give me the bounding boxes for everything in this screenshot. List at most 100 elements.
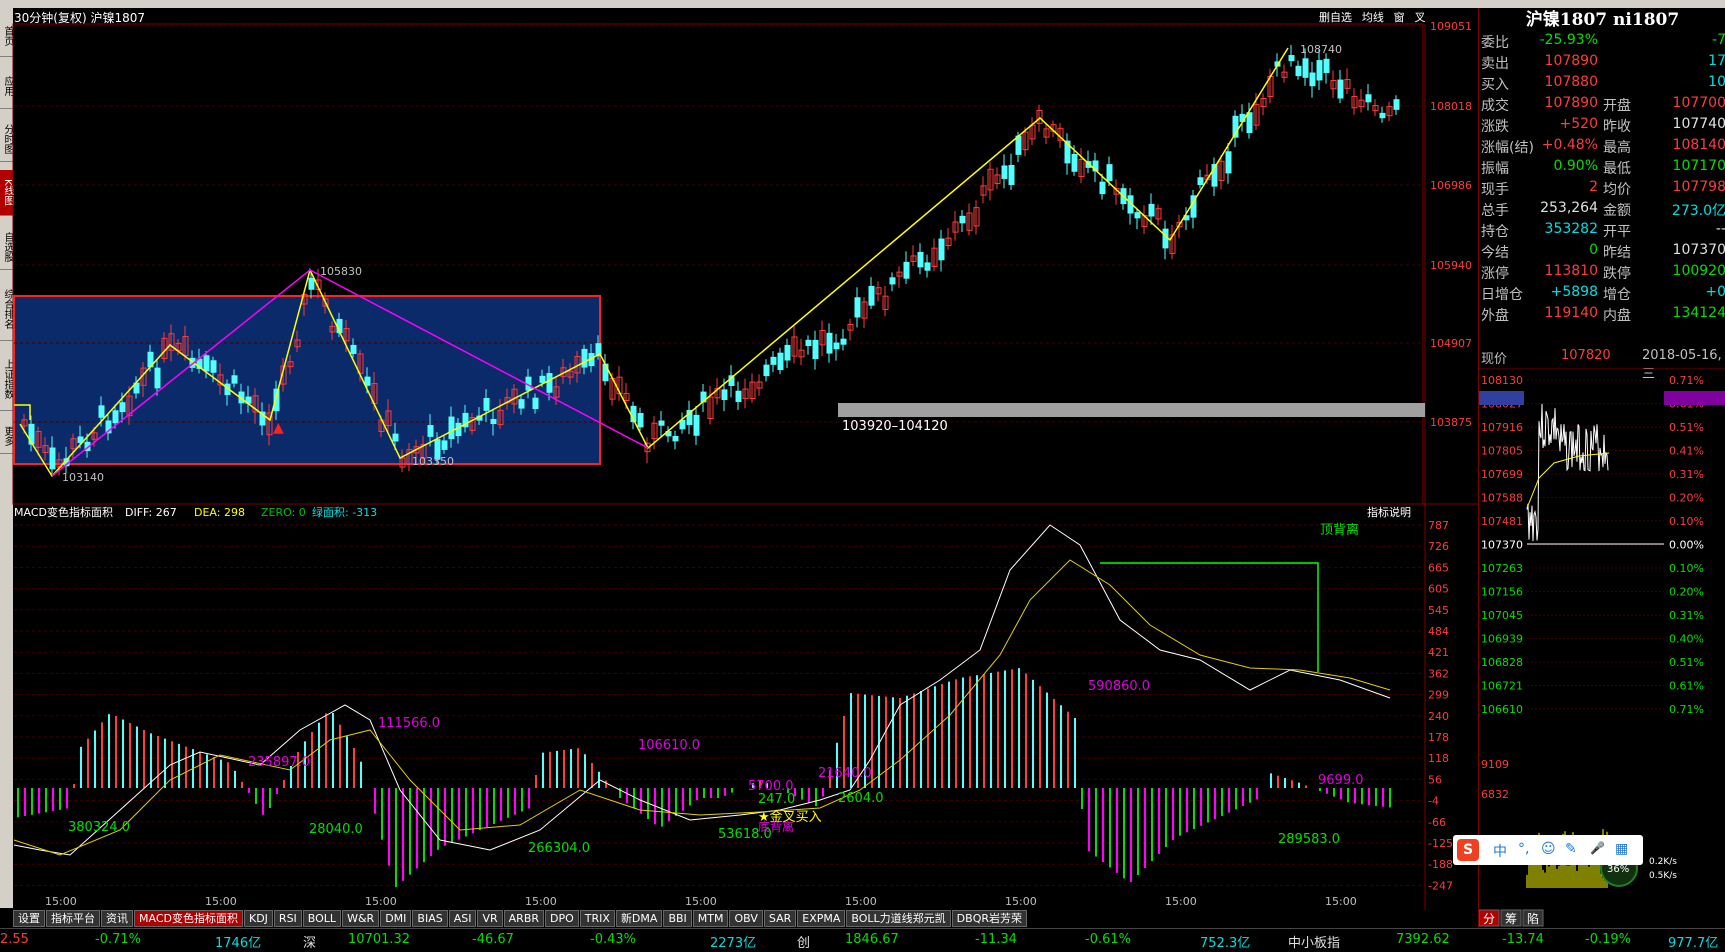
quote-value: 100920 [1672, 263, 1725, 279]
macd-tick: 421 [1428, 646, 1449, 659]
microphone-icon[interactable]: 🎤 [1590, 841, 1605, 855]
status-value: 977.7亿 [1668, 936, 1719, 951]
mini-current-highlight [1479, 391, 1524, 405]
quote-label: 持仓 [1481, 224, 1509, 240]
toolbox-icon[interactable]: ▦ [1615, 841, 1628, 857]
indicator-tab[interactable]: 资讯 [101, 910, 133, 927]
candle-body [721, 389, 728, 400]
macd-tick: 178 [1428, 731, 1449, 744]
quote-label: 跌停 [1603, 266, 1631, 282]
quote-label: 金额 [1603, 203, 1631, 219]
macd-tick: 362 [1428, 667, 1449, 680]
mini-pct-tick: 0.40% [1669, 633, 1704, 646]
chinese-mode-icon[interactable]: 中 [1493, 841, 1507, 861]
candle-body [1001, 165, 1008, 179]
handwriting-icon[interactable]: ✎ [1565, 841, 1577, 857]
label-low2: 103350 [412, 455, 454, 468]
candle-body [392, 433, 399, 442]
candle-body [49, 447, 56, 470]
candle-body [833, 342, 840, 350]
indicator-tab[interactable]: MTM [692, 910, 729, 927]
price-tick: 104907 [1430, 337, 1472, 350]
quote-row: 持仓 353282 开平 -- [1479, 221, 1725, 242]
quote-value: -25.93% [1539, 32, 1598, 48]
candle-body [1225, 151, 1232, 174]
candle-body [770, 356, 777, 365]
candle-body [350, 344, 357, 354]
quote-value: 107370 [1672, 242, 1725, 258]
sogou-logo-icon[interactable]: S [1457, 839, 1479, 861]
macd-tick: 787 [1428, 519, 1449, 532]
indicator-tab[interactable]: VR [477, 910, 503, 927]
mini-price-tick: 107805 [1481, 445, 1523, 458]
indicator-tab[interactable]: MACD变色指标面积 [134, 910, 243, 927]
indicator-help-button[interactable]: 指标说明 [1367, 505, 1411, 519]
quote-row: 委比 -25.93% -7 [1479, 32, 1725, 53]
macd-tick: -125 [1428, 837, 1453, 850]
quote-value: -7 [1712, 32, 1725, 48]
status-value: 752.3亿 [1200, 936, 1251, 951]
indicator-tab[interactable]: EXPMA [797, 910, 846, 927]
indicator-tab[interactable]: BOLL力道线郑元凯 [846, 910, 951, 927]
candle-body [1393, 99, 1400, 110]
indicator-tab[interactable]: KDJ [243, 910, 273, 927]
candle-body [1316, 60, 1323, 81]
candle-body [539, 375, 546, 383]
divergence-box [1100, 562, 1319, 672]
indicator-tab[interactable]: BBI [663, 910, 692, 927]
emoji-icon[interactable]: ☺ [1541, 841, 1556, 857]
status-value: -46.67 [472, 932, 514, 947]
kline-chart[interactable]: 103140 105830 103350 108740 103920–10412… [0, 0, 1478, 910]
indicator-tab[interactable]: 指标平台 [46, 910, 100, 927]
candle-body [490, 418, 497, 425]
quote-value: 113810 [1544, 263, 1598, 279]
quote-value: 10 [1708, 74, 1725, 90]
quote-label: 外盘 [1481, 308, 1509, 324]
indicator-tab[interactable]: BIAS [412, 910, 448, 927]
indicator-tab[interactable]: BOLL [302, 910, 342, 927]
mini-price-tick: 106828 [1481, 656, 1523, 669]
candle-body [1015, 135, 1022, 155]
quote-value: -- [1715, 221, 1725, 237]
input-method-toolbar[interactable]: S 中 °, ☺ ✎ 🎤 ▦ [1453, 835, 1643, 865]
candle-body [210, 360, 217, 373]
punctuation-icon[interactable]: °, [1518, 841, 1529, 857]
quote-row: 涨跌 +520 昨收 107740 [1479, 116, 1725, 137]
status-value: -0.43% [590, 932, 636, 947]
indicator-tab[interactable]: TRIX [579, 910, 615, 927]
indicator-tab[interactable]: OBV [729, 910, 763, 927]
indicator-tab[interactable]: 设置 [13, 910, 45, 927]
indicator-tab[interactable]: 新DMA [615, 910, 663, 927]
indicator-tab[interactable]: SAR [763, 910, 797, 927]
quote-value: +5898 [1550, 284, 1598, 300]
candle-body [637, 413, 644, 428]
quote-row: 买入 107880 10 [1479, 74, 1725, 95]
label-low1: 103140 [62, 471, 104, 484]
candle-body [672, 435, 679, 442]
quote-row: 卖出 107890 17 [1479, 53, 1725, 74]
indicator-tab[interactable]: DBQR岩芳荣 [951, 910, 1027, 927]
indicator-tab[interactable]: DMI [380, 910, 412, 927]
price-tick: 105940 [1430, 259, 1472, 272]
macd-area-label: 21640.0 [818, 766, 872, 781]
quote-label: 涨停 [1481, 266, 1509, 282]
quote-label: 委比 [1481, 35, 1509, 51]
indicator-tab[interactable]: ASI [448, 910, 477, 927]
now-price-value: 107820 [1561, 348, 1611, 363]
mini-price-tick: 106610 [1481, 703, 1523, 716]
candle-body [693, 414, 700, 436]
status-bar: 2.55 -0.71% 1746亿 深 10701.32 -46.67 -0.4… [0, 928, 1725, 952]
mini-pct-tick: 0.61% [1669, 680, 1704, 693]
status-value: 2273亿 [710, 936, 757, 951]
indicator-tab[interactable]: ARBR [503, 910, 545, 927]
time-tick: 15:00 [205, 895, 237, 908]
indicator-tab[interactable]: DPO [545, 910, 579, 927]
indicator-tab[interactable]: W&R [342, 910, 380, 927]
candle-body [658, 420, 665, 426]
macd-area-label: 106610.0 [638, 738, 700, 753]
mini-pct-tick: 0.20% [1669, 586, 1704, 599]
mini-pct-tick: 0.51% [1669, 656, 1704, 669]
indicator-tab[interactable]: RSI [273, 910, 302, 927]
quote-value: 0 [1589, 242, 1598, 258]
quote-label: 开平 [1603, 224, 1631, 240]
